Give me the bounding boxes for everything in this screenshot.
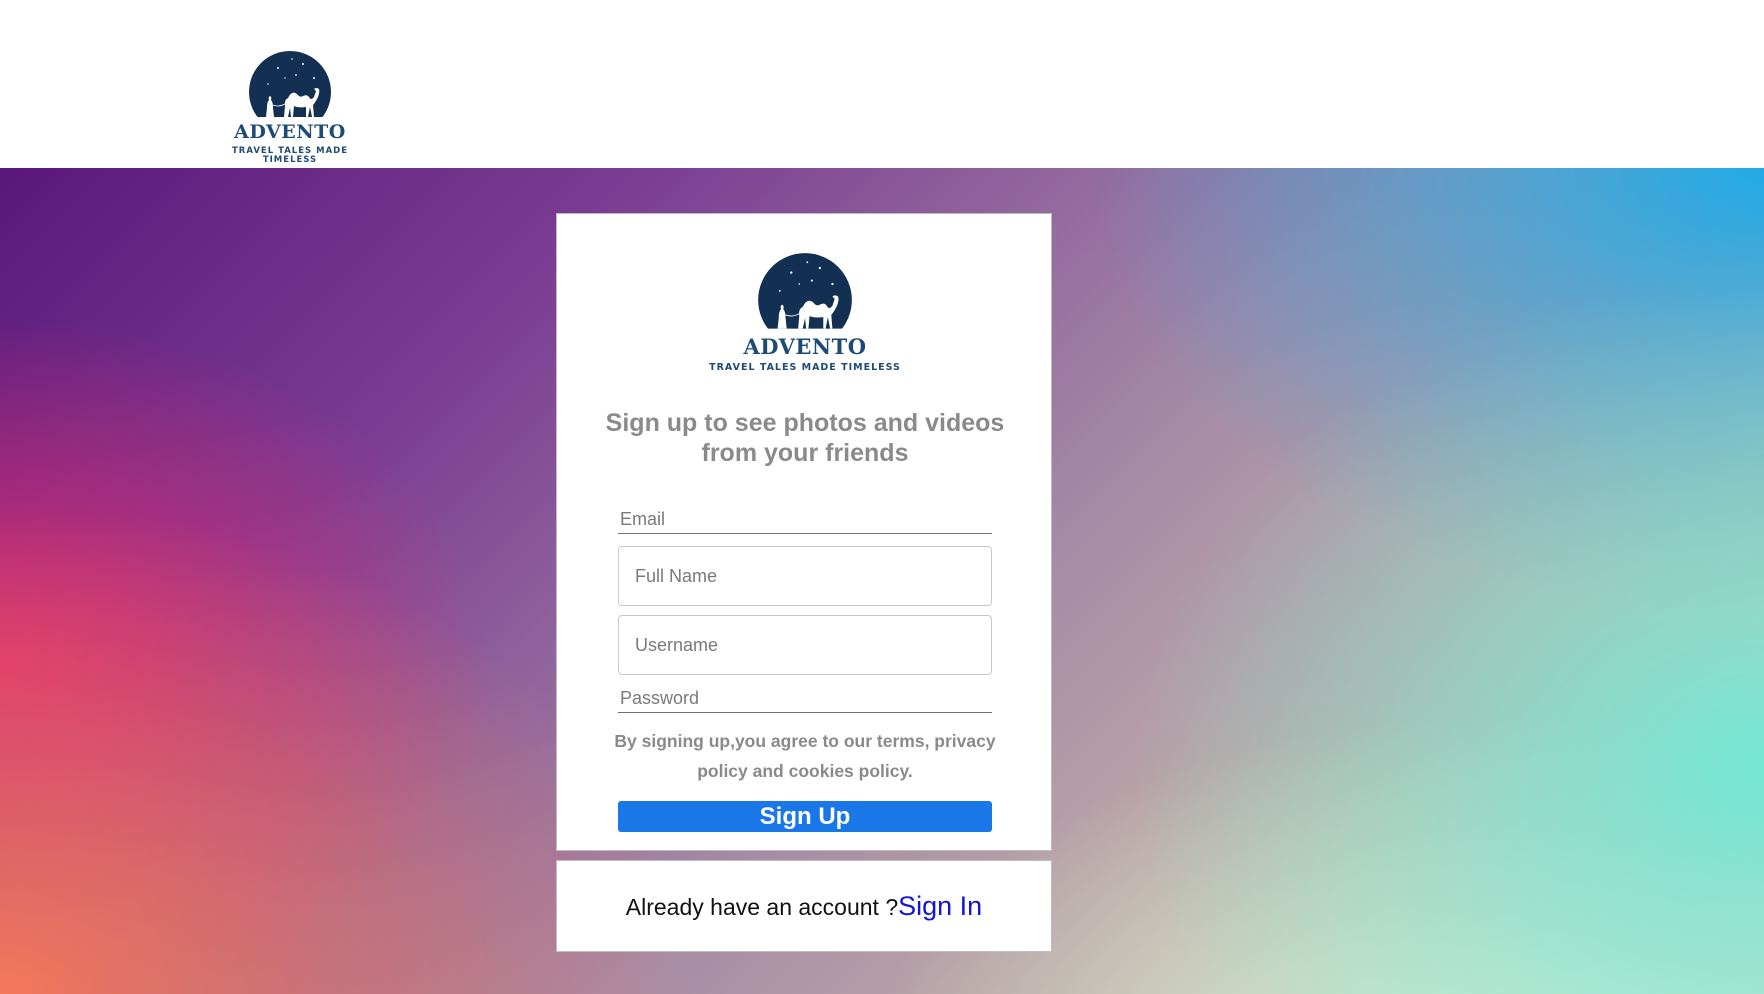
signup-card: ADVENTO TRAVEL TALES MADE TIMELESS Sign … [556,213,1052,851]
sign-up-button[interactable]: Sign Up [618,801,992,832]
username-field[interactable] [618,615,992,675]
signin-card: Already have an account ?Sign In [556,860,1052,952]
brand-name: ADVENTO [234,121,346,143]
brand-tagline: TRAVEL TALES MADE TIMELESS [709,362,901,373]
sign-in-link[interactable]: Sign In [898,891,982,921]
card-logo: ADVENTO TRAVEL TALES MADE TIMELESS [557,252,1053,373]
header-logo[interactable]: ADVENTO TRAVEL TALES MADE TIMELESS [208,50,372,164]
email-field[interactable] [618,506,992,534]
top-header: ADVENTO TRAVEL TALES MADE TIMELESS [0,0,1764,168]
signin-prompt: Already have an account ? [625,894,899,920]
camel-moon-icon [249,51,331,117]
brand-tagline: TRAVEL TALES MADE TIMELESS [231,146,349,165]
terms-notice: By signing up,you agree to our terms, pr… [614,731,996,781]
signup-headline: Sign up to see photos and videos from yo… [605,409,1005,467]
full-name-field[interactable] [618,546,992,606]
camel-moon-icon [758,253,852,329]
brand-name: ADVENTO [743,334,867,359]
password-field[interactable] [618,685,992,713]
